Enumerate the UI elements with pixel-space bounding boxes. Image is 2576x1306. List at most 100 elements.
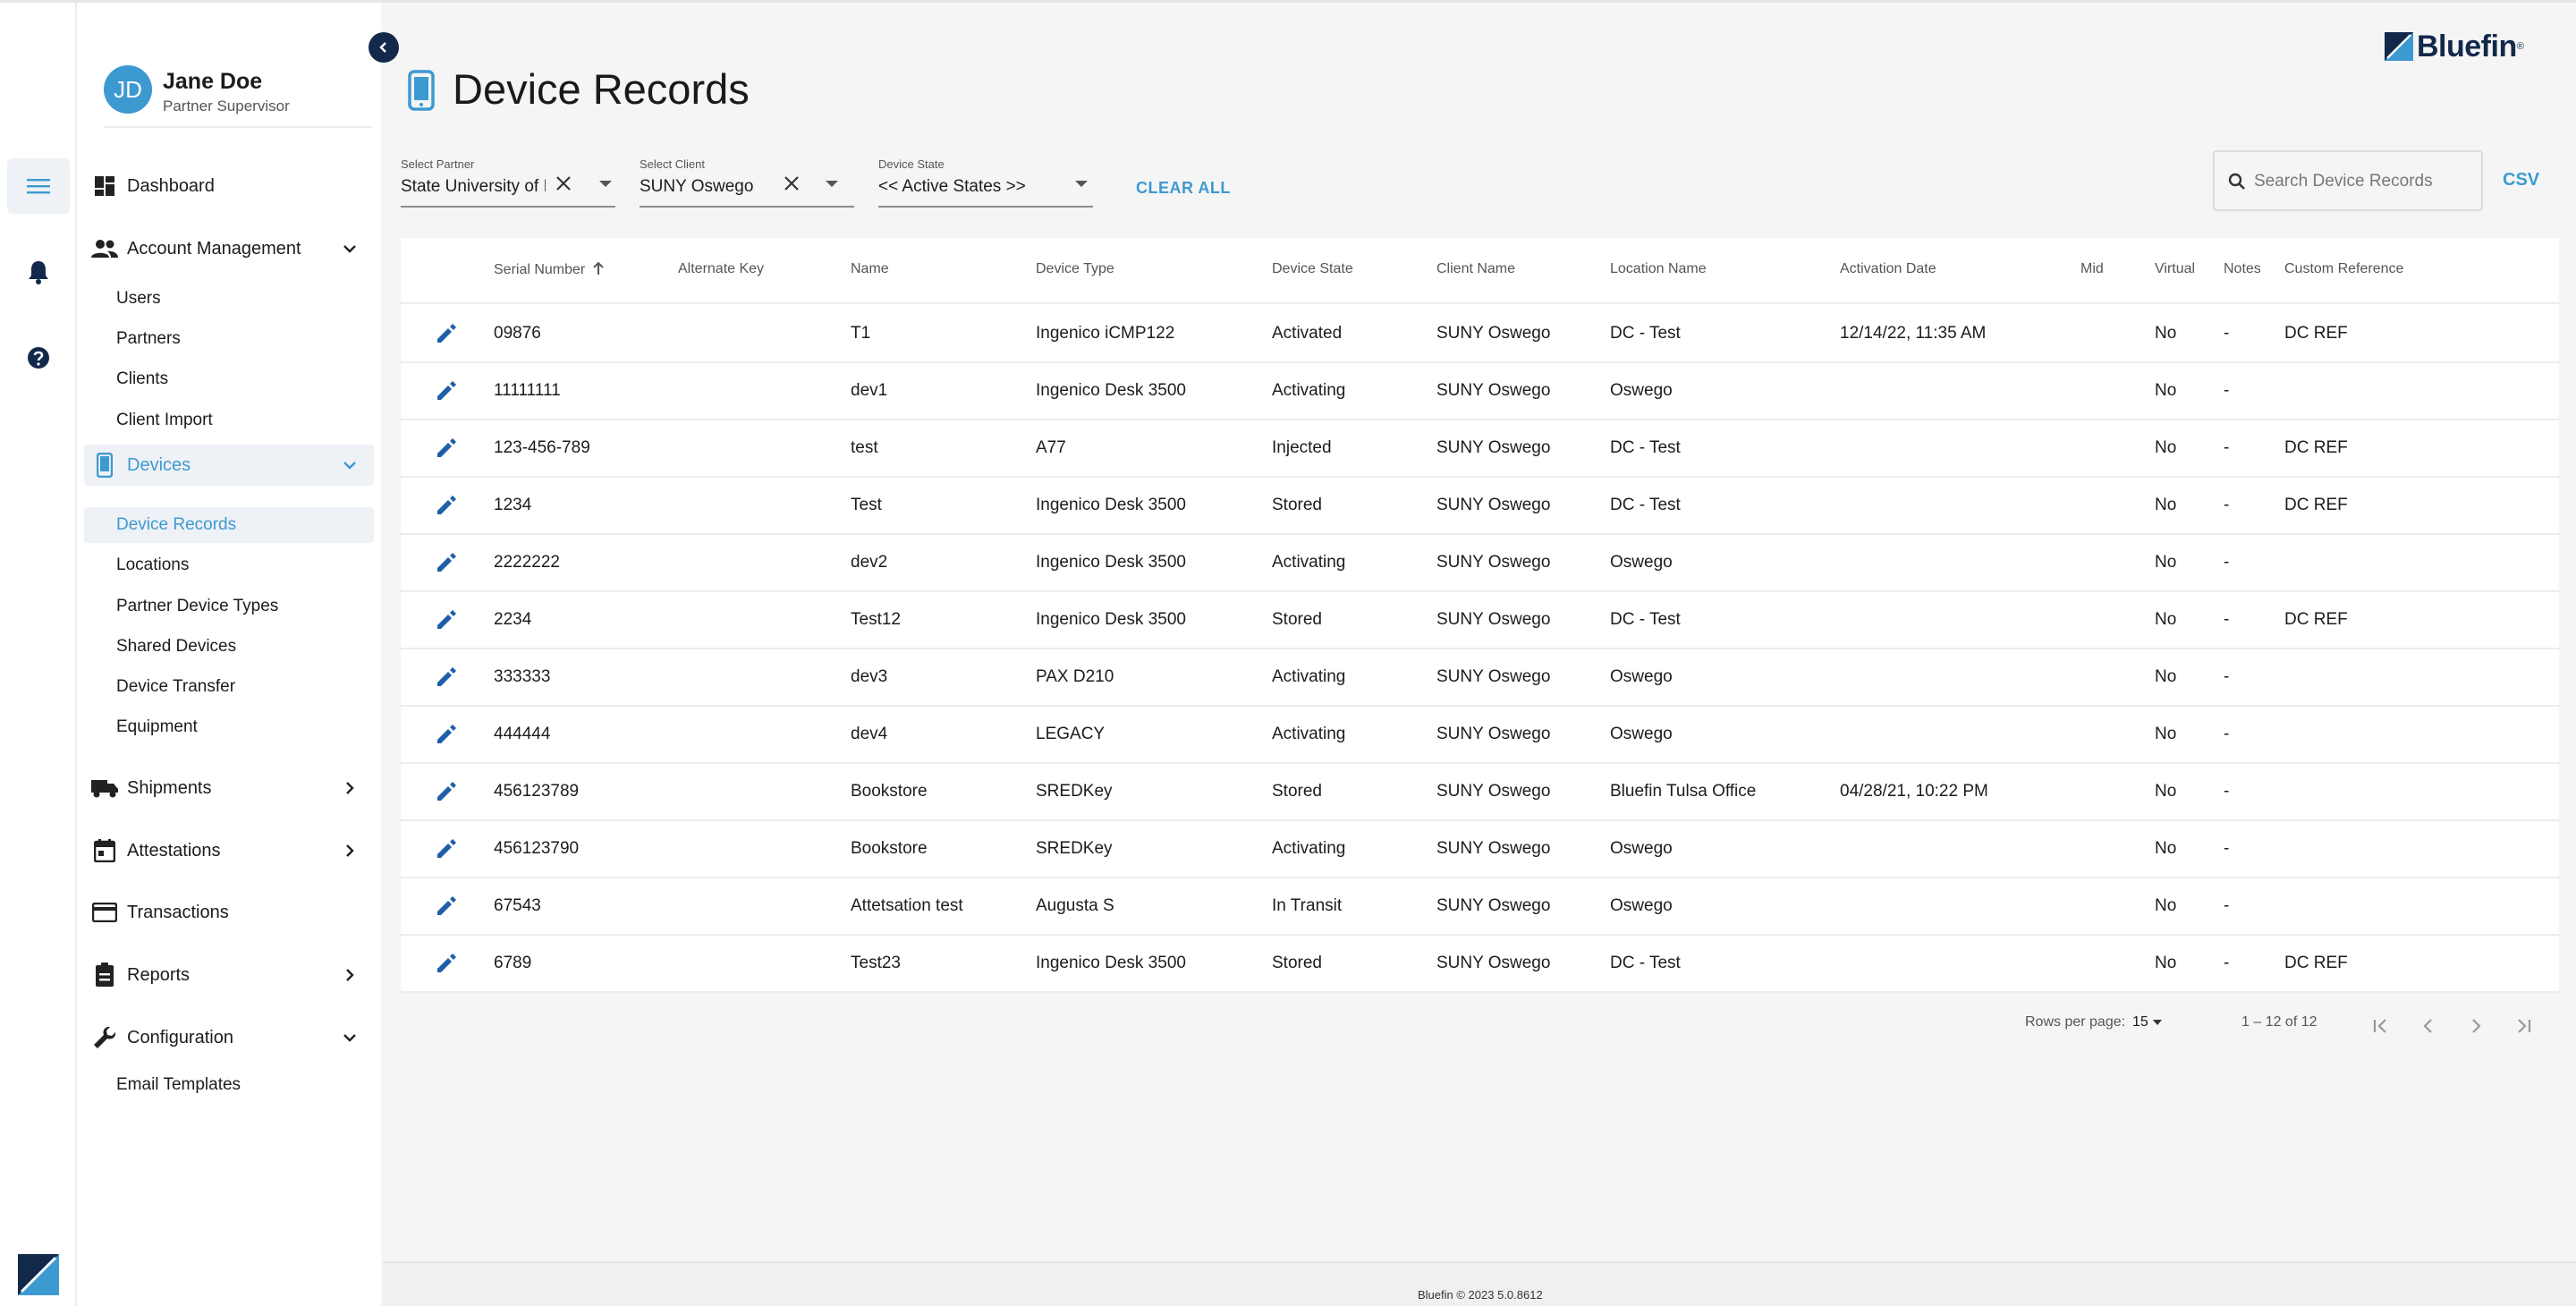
sidebar-item-transactions[interactable]: Transactions bbox=[84, 892, 374, 933]
cell-location-name: DC - Test bbox=[1610, 496, 1681, 514]
edit-icon[interactable] bbox=[433, 893, 460, 920]
cell-virtual: No bbox=[2155, 896, 2177, 915]
column-header-device-type[interactable]: Device Type bbox=[1036, 261, 1114, 277]
cell-location-name: Bluefin Tulsa Office bbox=[1610, 782, 1757, 801]
search-field[interactable] bbox=[2213, 150, 2483, 211]
table-row[interactable]: 456123790 Bookstore SREDKey Activating SUNY … bbox=[401, 821, 2559, 878]
table-row[interactable]: 2234 Test12 Ingenico Desk 3500 Stored SUNY O… bbox=[401, 592, 2559, 649]
column-header-location-name[interactable]: Location Name bbox=[1610, 261, 1707, 277]
edit-icon[interactable] bbox=[433, 492, 460, 519]
help-button[interactable] bbox=[7, 330, 70, 386]
sidebar-item-partner-device-types[interactable]: Partner Device Types bbox=[84, 589, 374, 624]
chevron-down-icon bbox=[343, 462, 356, 470]
menu-button[interactable] bbox=[7, 158, 70, 214]
cell-device-state: Stored bbox=[1272, 954, 1322, 972]
cell-custom-reference: DC REF bbox=[2284, 438, 2348, 457]
cell-name: Bookstore bbox=[851, 782, 928, 801]
sidebar-item-client-import[interactable]: Client Import bbox=[84, 403, 374, 438]
edit-icon[interactable] bbox=[433, 435, 460, 462]
search-input[interactable] bbox=[2254, 168, 2469, 195]
clear-partner-icon[interactable] bbox=[551, 171, 576, 196]
last-page-icon[interactable] bbox=[2508, 1011, 2538, 1041]
edit-icon[interactable] bbox=[433, 606, 460, 633]
sidebar-item-equipment[interactable]: Equipment bbox=[84, 709, 374, 745]
cell-serial-number: 123-456-789 bbox=[494, 438, 590, 457]
column-header-serial-number[interactable]: Serial Number bbox=[494, 261, 605, 278]
sidebar-item-device-transfer[interactable]: Device Transfer bbox=[84, 669, 374, 705]
arrow-up-icon bbox=[593, 261, 604, 275]
cell-virtual: No bbox=[2155, 610, 2177, 629]
cell-device-state: Stored bbox=[1272, 782, 1322, 801]
clear-all-button[interactable]: CLEAR ALL bbox=[1136, 179, 1231, 198]
sidebar-item-reports[interactable]: Reports bbox=[84, 954, 374, 996]
sidebar-item-configuration[interactable]: Configuration bbox=[84, 1017, 374, 1058]
column-header-activation-date[interactable]: Activation Date bbox=[1840, 261, 1936, 277]
column-header-alternate-key[interactable]: Alternate Key bbox=[678, 261, 764, 277]
edit-icon[interactable] bbox=[433, 778, 460, 805]
sidebar-item-shipments[interactable]: Shipments bbox=[84, 767, 374, 809]
edit-icon[interactable] bbox=[433, 320, 460, 347]
sidebar-item-users[interactable]: Users bbox=[84, 281, 374, 317]
cell-serial-number: 1234 bbox=[494, 496, 532, 514]
cell-client-name: SUNY Oswego bbox=[1436, 381, 1551, 400]
people-icon bbox=[89, 233, 120, 264]
table-row[interactable]: 2222222 dev2 Ingenico Desk 3500 Activating S… bbox=[401, 535, 2559, 592]
partner-select[interactable]: Select Partner State University of I bbox=[401, 157, 615, 208]
csv-export-button[interactable]: CSV bbox=[2503, 170, 2539, 191]
edit-icon[interactable] bbox=[433, 721, 460, 748]
sidebar-item-locations[interactable]: Locations bbox=[84, 547, 374, 583]
truck-icon bbox=[89, 773, 120, 803]
column-header-custom-reference[interactable]: Custom Reference bbox=[2284, 261, 2403, 277]
next-page-icon[interactable] bbox=[2461, 1011, 2491, 1041]
cell-name: test bbox=[851, 438, 878, 457]
table-row[interactable]: 123-456-789 test A77 Injected SUNY Oswego DC … bbox=[401, 420, 2559, 478]
chevron-right-icon bbox=[346, 782, 354, 794]
table-row[interactable]: 456123789 Bookstore SREDKey Stored SUNY Oswe… bbox=[401, 764, 2559, 821]
notifications-button[interactable] bbox=[7, 244, 70, 300]
collapse-sidebar-button[interactable] bbox=[369, 32, 399, 63]
table-row[interactable]: 333333 dev3 PAX D210 Activating SUNY Oswego O… bbox=[401, 649, 2559, 707]
column-header-notes[interactable]: Notes bbox=[2224, 261, 2261, 277]
cell-custom-reference: DC REF bbox=[2284, 496, 2348, 514]
cell-location-name: Oswego bbox=[1610, 381, 1673, 400]
edit-icon[interactable] bbox=[433, 549, 460, 576]
column-header-client-name[interactable]: Client Name bbox=[1436, 261, 1515, 277]
dropdown-arrow-icon bbox=[826, 181, 838, 187]
edit-icon[interactable] bbox=[433, 950, 460, 977]
table-row[interactable]: 67543 Attetsation test Augusta S In Transit… bbox=[401, 878, 2559, 936]
sidebar-item-dashboard[interactable]: Dashboard bbox=[84, 165, 374, 207]
cell-name: dev2 bbox=[851, 553, 888, 572]
sidebar-item-devices[interactable]: Devices bbox=[84, 445, 374, 486]
sidebar-item-clients[interactable]: Clients bbox=[84, 361, 374, 397]
sidebar-item-shared-devices[interactable]: Shared Devices bbox=[84, 629, 374, 665]
client-select[interactable]: Select Client SUNY Oswego bbox=[640, 157, 854, 208]
rows-per-page-select[interactable]: 15 bbox=[2132, 1014, 2163, 1030]
cell-virtual: No bbox=[2155, 496, 2177, 514]
first-page-icon[interactable] bbox=[2366, 1011, 2396, 1041]
cell-serial-number: 09876 bbox=[494, 324, 541, 343]
edit-icon[interactable] bbox=[433, 377, 460, 404]
device-state-select[interactable]: Device State << Active States >> bbox=[878, 157, 1093, 208]
sidebar-item-account-management[interactable]: Account Management bbox=[84, 228, 374, 269]
sidebar-item-attestations[interactable]: Attestations bbox=[84, 830, 374, 871]
edit-icon[interactable] bbox=[433, 835, 460, 862]
clear-client-icon[interactable] bbox=[779, 171, 804, 196]
edit-icon[interactable] bbox=[433, 664, 460, 691]
table-row[interactable]: 11111111 dev1 Ingenico Desk 3500 Activating… bbox=[401, 363, 2559, 420]
sidebar-item-device-records[interactable]: Device Records bbox=[84, 507, 374, 543]
icon-rail bbox=[0, 3, 77, 1306]
table-row[interactable]: 1234 Test Ingenico Desk 3500 Stored SUNY Osw… bbox=[401, 478, 2559, 535]
sidebar-item-label: Client Import bbox=[116, 411, 213, 429]
table-row[interactable]: 6789 Test23 Ingenico Desk 3500 Stored SUNY O… bbox=[401, 936, 2559, 993]
column-header-virtual[interactable]: Virtual bbox=[2155, 261, 2195, 277]
sidebar-item-partners[interactable]: Partners bbox=[84, 321, 374, 357]
table-row[interactable]: 444444 dev4 LEGACY Activating SUNY Oswego Osw… bbox=[401, 707, 2559, 764]
table-row[interactable]: 09876 T1 Ingenico iCMP122 Activated SUNY Osw… bbox=[401, 306, 2559, 363]
sidebar-item-label: Devices bbox=[127, 454, 191, 475]
column-header-mid[interactable]: Mid bbox=[2080, 261, 2104, 277]
sidebar-item-email-templates[interactable]: Email Templates bbox=[84, 1067, 374, 1103]
column-header-name[interactable]: Name bbox=[851, 261, 889, 277]
previous-page-icon[interactable] bbox=[2413, 1011, 2444, 1041]
cell-device-type: Ingenico Desk 3500 bbox=[1036, 496, 1186, 514]
column-header-device-state[interactable]: Device State bbox=[1272, 261, 1353, 277]
